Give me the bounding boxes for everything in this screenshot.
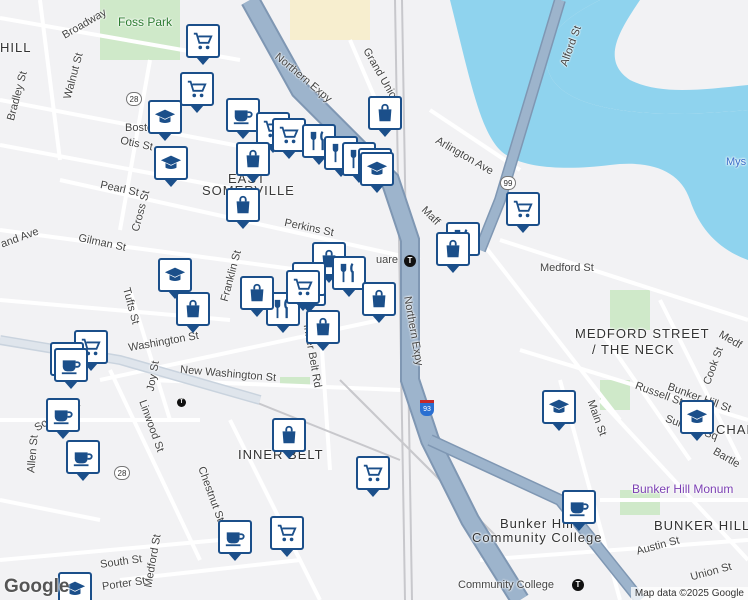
square-label: uare: [376, 254, 399, 266]
park-east: [610, 290, 650, 330]
map-marker[interactable]: [436, 232, 470, 273]
map-attribution[interactable]: Map data ©2025 Google: [630, 587, 748, 600]
medford-street-label: MEDFORD STREET: [575, 326, 710, 341]
community-college-transit-icon: T: [572, 579, 584, 591]
map-marker[interactable]: [236, 142, 270, 183]
map-marker[interactable]: [272, 118, 306, 159]
map-marker[interactable]: [226, 98, 260, 139]
map-marker[interactable]: [306, 310, 340, 351]
map-marker[interactable]: [542, 390, 576, 431]
map-marker[interactable]: [148, 100, 182, 141]
google-logo: Google: [4, 576, 70, 597]
map-marker[interactable]: [272, 418, 306, 459]
hill-label: HILL: [0, 40, 32, 55]
map-marker[interactable]: [362, 282, 396, 323]
map-marker[interactable]: [226, 188, 260, 229]
charlestown-label: CHAR: [716, 422, 748, 437]
bunker-hill-cc-label-2: Community College: [472, 530, 603, 545]
map-marker[interactable]: [186, 24, 220, 65]
map-marker[interactable]: [332, 256, 366, 297]
bunker-hill-area-label: BUNKER HILL: [654, 518, 748, 533]
route-99-shield: 99: [500, 176, 516, 190]
map-marker[interactable]: [562, 490, 596, 531]
map-marker[interactable]: [176, 292, 210, 333]
route-28-shield: 28: [126, 92, 142, 106]
map-marker[interactable]: [356, 456, 390, 497]
map-marker[interactable]: [218, 520, 252, 561]
map-canvas[interactable]: Foss Park Broadway Walnut St Bradley St …: [0, 0, 748, 600]
map-marker[interactable]: [46, 398, 80, 439]
small-transit-icon: T: [177, 398, 186, 407]
map-marker[interactable]: [154, 146, 188, 187]
map-marker[interactable]: [286, 270, 320, 311]
route-28-shield-south: 28: [114, 466, 130, 480]
map-marker[interactable]: [360, 152, 394, 193]
foss-park-area: [100, 0, 180, 60]
map-marker[interactable]: [158, 258, 192, 299]
river-channel: [546, 0, 748, 114]
foss-park-label: Foss Park: [118, 15, 173, 29]
mystic-label: Mys: [726, 156, 747, 168]
map-marker[interactable]: [240, 276, 274, 317]
medford-st-east-label: Medford St: [540, 262, 594, 274]
map-marker[interactable]: [270, 516, 304, 557]
industrial-area: [290, 0, 370, 40]
map-marker[interactable]: [180, 72, 214, 113]
map-marker[interactable]: [54, 348, 88, 389]
map-marker[interactable]: [506, 192, 540, 233]
the-neck-label: / THE NECK: [592, 342, 675, 357]
map-marker[interactable]: [66, 440, 100, 481]
community-college-station-label: Community College: [458, 579, 554, 591]
map-marker[interactable]: [368, 96, 402, 137]
map-marker[interactable]: [680, 400, 714, 441]
transit-station-icon: T: [404, 255, 416, 267]
interstate-93-shield: 93: [420, 400, 434, 416]
bunker-hill-monument-label: Bunker Hill Monum: [632, 482, 734, 496]
